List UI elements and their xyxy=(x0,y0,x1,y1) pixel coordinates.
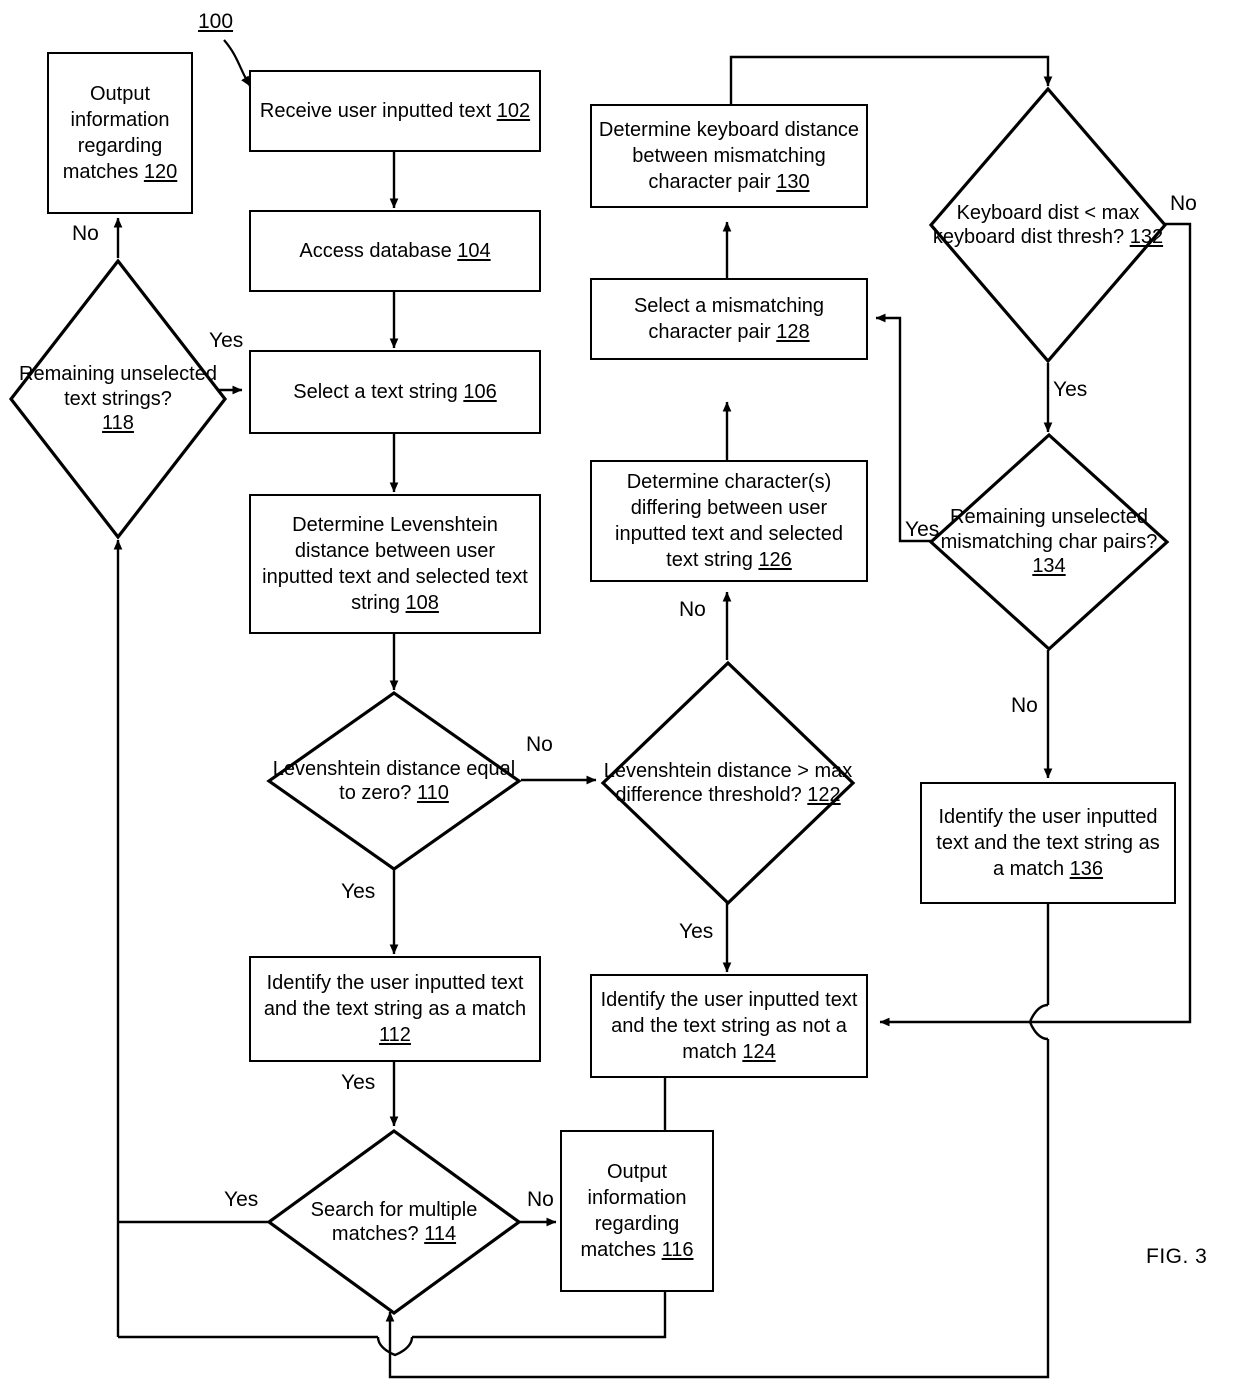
node-118-text: Remaining unselected text strings? 118 xyxy=(19,363,217,435)
node-110-text: Levenshtein distance equal to zero? 110 xyxy=(272,757,516,804)
node-126-text: Determine character(s) differing between… xyxy=(615,471,843,571)
node-104-text: Access database 104 xyxy=(299,240,491,262)
node-106-text: Select a text string 106 xyxy=(293,381,497,403)
node-112-text: Identify the user inputted text and the … xyxy=(263,972,527,1046)
node-124-text: Identify the user inputted text and the … xyxy=(600,989,858,1063)
node-122-levenshtein-distance-greater-than-threshold: Levenshtein distance > max difference th… xyxy=(600,660,856,906)
figure-label: FIG. 3 xyxy=(1146,1245,1208,1268)
node-120-text: Output information regarding matches 120 xyxy=(62,83,178,183)
node-114-search-for-multiple-matches: Search for multiple matches? 114 xyxy=(266,1128,522,1316)
node-134-remaining-unselected-char-pairs: Remaining unselected mismatching char pa… xyxy=(928,432,1170,652)
edge-label-122-no: No xyxy=(679,598,706,621)
node-116-text: Output information regarding matches 116 xyxy=(580,1161,694,1261)
node-110-levenshtein-distance-zero: Levenshtein distance equal to zero? 110 xyxy=(266,690,522,872)
node-136-identify-as-match: Identify the user inputted text and the … xyxy=(920,782,1176,904)
figure-flow-reference: 100 xyxy=(198,10,234,33)
edge-label-132-yes: Yes xyxy=(1053,378,1088,401)
edge-label-132-no: No xyxy=(1170,192,1197,215)
edge-label-118-no: No xyxy=(72,222,99,245)
edge-label-110-no: No xyxy=(526,733,553,756)
node-122-text: Levenshtein distance > max difference th… xyxy=(603,759,853,806)
edge-label-114-no: No xyxy=(527,1188,554,1211)
flowchart-figure: 100 Output information regarding matches… xyxy=(0,0,1240,1389)
node-108-text: Determine Levenshtein distance between u… xyxy=(262,514,528,614)
node-116-output-information-regarding-matches: Output information regarding matches 116 xyxy=(560,1130,714,1292)
edge-label-122-yes: Yes xyxy=(679,920,714,943)
node-132-text: Keyboard dist < max keyboard dist thresh… xyxy=(932,201,1164,248)
node-120-output-information-regarding-matches: Output information regarding matches 120 xyxy=(47,52,193,214)
node-112-identify-as-match: Identify the user inputted text and the … xyxy=(249,956,541,1062)
node-106-select-a-text-string: Select a text string 106 xyxy=(249,350,541,434)
node-128-select-mismatching-character-pair: Select a mismatching character pair 128 xyxy=(590,278,868,360)
node-114-text: Search for multiple matches? 114 xyxy=(310,1198,478,1245)
edge-label-110-yes: Yes xyxy=(341,880,376,903)
node-128-text: Select a mismatching character pair 128 xyxy=(633,295,825,343)
node-132-keyboard-dist-threshold: Keyboard dist < max keyboard dist thresh… xyxy=(928,86,1168,364)
edge-label-134-no: No xyxy=(1011,694,1038,717)
node-134-text: Remaining unselected mismatching char pa… xyxy=(940,506,1158,578)
edge-label-112-yes: Yes xyxy=(341,1071,376,1094)
node-108-determine-levenshtein-distance: Determine Levenshtein distance between u… xyxy=(249,494,541,634)
node-102-text: Receive user inputted text 102 xyxy=(259,100,531,122)
node-124-identify-as-not-a-match: Identify the user inputted text and the … xyxy=(590,974,868,1078)
edge-label-114-yes: Yes xyxy=(224,1188,259,1211)
node-136-text: Identify the user inputted text and the … xyxy=(936,806,1160,880)
node-126-determine-characters-differing: Determine character(s) differing between… xyxy=(590,460,868,582)
node-118-remaining-unselected-text-strings: Remaining unselected text strings? 118 xyxy=(8,258,228,540)
node-102-receive-user-inputted-text: Receive user inputted text 102 xyxy=(249,70,541,152)
node-130-text: Determine keyboard distance between mism… xyxy=(598,119,860,193)
node-130-determine-keyboard-distance: Determine keyboard distance between mism… xyxy=(590,104,868,208)
node-104-access-database: Access database 104 xyxy=(249,210,541,292)
